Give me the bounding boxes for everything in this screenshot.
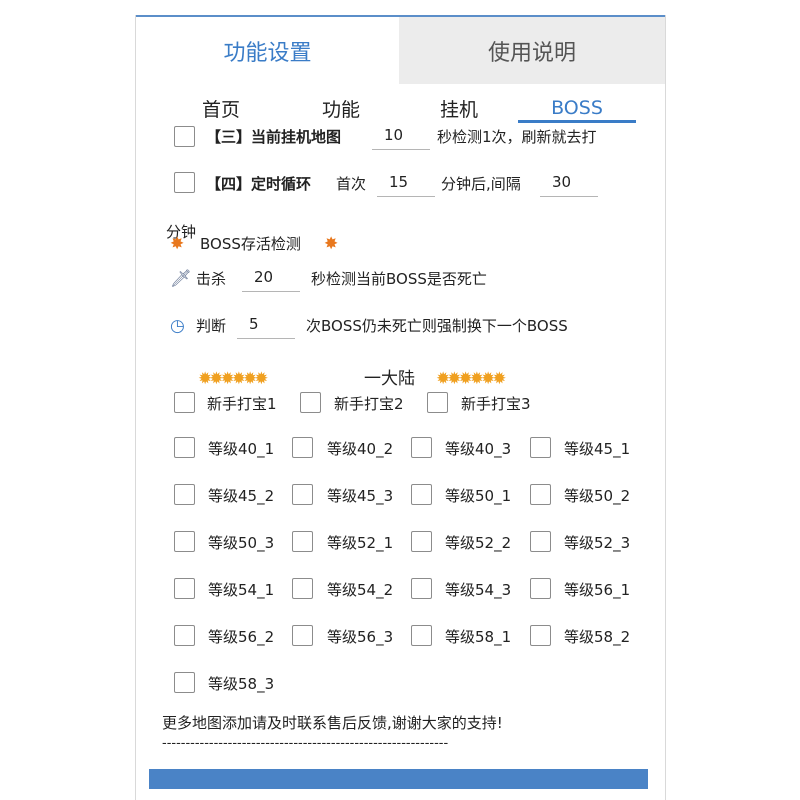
main-tab-bar: 功能设置 使用说明 <box>136 17 665 84</box>
level-map-checkbox[interactable] <box>411 437 432 458</box>
level-map-checkbox[interactable] <box>174 484 195 505</box>
star-icon: ✹✹✹✹✹✹ <box>198 369 268 389</box>
level-map-label: 等级52_1 <box>327 534 394 552</box>
continent-title: 一大陆 <box>364 369 415 389</box>
subtab-idle[interactable]: 挂机 <box>414 93 504 123</box>
level-map-checkbox[interactable] <box>292 437 313 458</box>
level-map-label: 等级40_1 <box>208 440 275 458</box>
judge-count-input[interactable]: 5 <box>237 313 295 339</box>
explosion-icon: ✸ <box>324 234 339 254</box>
current-map-suffix: 秒检测1次，刷新就去打 <box>437 128 597 146</box>
level-map-label: 等级54_3 <box>445 581 512 599</box>
level-map-label: 等级54_1 <box>208 581 275 599</box>
level-map-label: 等级58_3 <box>208 675 275 693</box>
level-map-checkbox[interactable] <box>174 672 195 693</box>
level-map-checkbox[interactable] <box>411 625 432 646</box>
newbie-map-label: 新手打宝3 <box>461 395 531 413</box>
kill-seconds-input[interactable]: 20 <box>242 266 300 292</box>
interval-label: 分钟后,间隔 <box>441 175 521 193</box>
newbie-map-checkbox-2[interactable] <box>300 392 321 413</box>
judge-label: 判断 <box>196 317 227 335</box>
level-map-checkbox[interactable] <box>292 531 313 552</box>
newbie-map-checkbox-1[interactable] <box>174 392 195 413</box>
level-map-label: 等级50_3 <box>208 534 275 552</box>
level-map-checkbox[interactable] <box>174 625 195 646</box>
interval-input[interactable]: 30 <box>540 171 598 197</box>
first-delay-input[interactable]: 15 <box>377 171 435 197</box>
level-map-label: 等级50_2 <box>564 487 631 505</box>
level-map-checkbox[interactable] <box>411 484 432 505</box>
level-map-label: 等级40_2 <box>327 440 394 458</box>
active-subtab-indicator <box>518 120 636 123</box>
level-map-label: 等级56_1 <box>564 581 631 599</box>
subtab-boss[interactable]: BOSS <box>518 93 636 123</box>
level-map-label: 等级50_1 <box>445 487 512 505</box>
sword-icon: 🗡 <box>170 269 192 289</box>
level-map-label: 等级58_2 <box>564 628 631 646</box>
settings-panel: 功能设置 使用说明 首页 功能 挂机 BOSS 【三】当前挂机地图 10 秒检测… <box>135 15 666 800</box>
level-map-label: 等级54_2 <box>327 581 394 599</box>
explosion-icon: ✸ <box>170 234 185 254</box>
level-map-checkbox[interactable] <box>530 437 551 458</box>
footer-note: 更多地图添加请及时联系售后反馈,谢谢大家的支持! <box>162 714 503 732</box>
subtab-function[interactable]: 功能 <box>296 93 386 123</box>
level-map-label: 等级52_2 <box>445 534 512 552</box>
tab-usage-instructions[interactable]: 使用说明 <box>399 17 665 84</box>
level-map-label: 等级52_3 <box>564 534 631 552</box>
kill-suffix: 秒检测当前BOSS是否死亡 <box>311 270 487 288</box>
level-map-checkbox[interactable] <box>530 578 551 599</box>
level-map-checkbox[interactable] <box>292 625 313 646</box>
newbie-map-label: 新手打宝2 <box>334 395 404 413</box>
level-map-label: 等级56_3 <box>327 628 394 646</box>
level-map-checkbox[interactable] <box>530 484 551 505</box>
level-map-checkbox[interactable] <box>292 484 313 505</box>
subtab-home[interactable]: 首页 <box>176 93 266 123</box>
current-map-label: 【三】当前挂机地图 <box>206 128 342 146</box>
level-map-label: 等级58_1 <box>445 628 512 646</box>
star-icon: ✹✹✹✹✹✹ <box>436 369 506 389</box>
clock-icon: ◷ <box>170 316 185 336</box>
current-map-checkbox[interactable] <box>174 126 195 147</box>
kill-label: 击杀 <box>196 270 227 288</box>
level-map-checkbox[interactable] <box>174 531 195 552</box>
tab-function-settings[interactable]: 功能设置 <box>136 17 399 84</box>
timed-loop-label: 【四】定时循环 <box>206 175 312 193</box>
level-map-label: 等级40_3 <box>445 440 512 458</box>
timed-loop-checkbox[interactable] <box>174 172 195 193</box>
level-map-label: 等级45_1 <box>564 440 631 458</box>
first-label: 首次 <box>336 175 367 193</box>
judge-suffix: 次BOSS仍未死亡则强制换下一个BOSS <box>306 317 568 335</box>
level-map-checkbox[interactable] <box>292 578 313 599</box>
level-map-checkbox[interactable] <box>411 531 432 552</box>
level-map-checkbox[interactable] <box>174 578 195 599</box>
bottom-action-bar[interactable] <box>149 769 648 789</box>
level-map-label: 等级45_2 <box>208 487 275 505</box>
current-map-interval-input[interactable]: 10 <box>372 124 430 150</box>
level-map-checkbox[interactable] <box>411 578 432 599</box>
level-map-checkbox[interactable] <box>530 625 551 646</box>
newbie-map-label: 新手打宝1 <box>207 395 277 413</box>
level-map-checkbox[interactable] <box>530 531 551 552</box>
footer-divider: ----------------------------------------… <box>162 736 449 751</box>
level-map-label: 等级45_3 <box>327 487 394 505</box>
newbie-map-checkbox-3[interactable] <box>427 392 448 413</box>
level-map-checkbox[interactable] <box>174 437 195 458</box>
level-map-label: 等级56_2 <box>208 628 275 646</box>
boss-check-title: BOSS存活检测 <box>200 235 301 253</box>
